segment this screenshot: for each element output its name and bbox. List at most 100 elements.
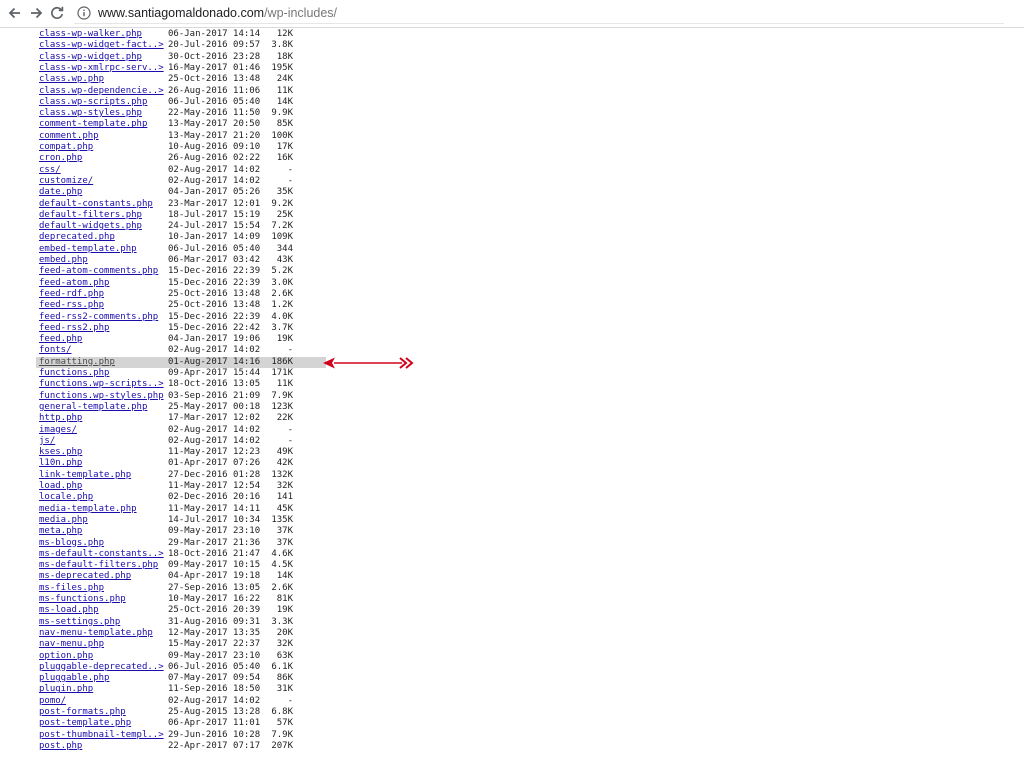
file-size: 20K: [276, 627, 293, 638]
info-icon[interactable]: [76, 5, 92, 21]
file-link[interactable]: link-template.php: [39, 470, 131, 481]
file-link[interactable]: media.php: [39, 515, 88, 526]
file-modified-date: 11-May-2017 12:54: [168, 481, 261, 491]
file-link[interactable]: date.php: [39, 187, 82, 198]
file-link[interactable]: nav-menu.php: [39, 639, 104, 650]
listing-row: default-constants.php 23-Mar-2017 12:01 9.…: [0, 199, 1024, 210]
file-link[interactable]: formatting.php: [39, 357, 115, 368]
file-size: 141: [276, 492, 293, 503]
file-size: 42K: [276, 458, 293, 469]
file-link[interactable]: meta.php: [39, 526, 82, 537]
file-modified-date: 10-Aug-2016 09:10: [168, 142, 261, 152]
file-link[interactable]: images/: [39, 425, 77, 436]
file-link[interactable]: ms-files.php: [39, 583, 104, 594]
listing-row: plugin.php 11-Sep-2016 18:50 31K: [0, 684, 1024, 695]
file-link[interactable]: default-constants.php: [39, 199, 153, 210]
file-link[interactable]: compat.php: [39, 142, 93, 153]
file-link[interactable]: class-wp-walker.php: [39, 29, 142, 40]
listing-row: class-wp-widget.php 30-Oct-2016 23:28 18K: [0, 52, 1024, 63]
listing-row: embed.php 06-Mar-2017 03:42 43K: [0, 255, 1024, 266]
file-link[interactable]: ms-load.php: [39, 605, 99, 616]
listing-row: pomo/02-Aug-2017 14:02 -: [0, 696, 1024, 707]
file-link[interactable]: general-template.php: [39, 402, 147, 413]
file-size: 19K: [276, 605, 293, 616]
file-link[interactable]: plugin.php: [39, 684, 93, 695]
file-link[interactable]: feed.php: [39, 334, 82, 345]
file-size: 22K: [276, 413, 293, 424]
file-link[interactable]: fonts/: [39, 345, 72, 356]
file-link[interactable]: default-widgets.php: [39, 221, 142, 232]
file-link[interactable]: ms-settings.php: [39, 617, 120, 628]
file-modified-date: 25-Aug-2015 13:28: [168, 707, 261, 717]
file-link[interactable]: ms-default-constants..>: [39, 549, 164, 560]
file-link[interactable]: class.wp-styles.php: [39, 108, 142, 119]
file-modified-date: 13-May-2017 20:50: [168, 119, 261, 130]
file-link[interactable]: ms-blogs.php: [39, 538, 104, 549]
file-link[interactable]: ms-deprecated.php: [39, 571, 131, 582]
file-link[interactable]: css/: [39, 165, 61, 176]
file-link[interactable]: class.wp.php: [39, 74, 104, 85]
file-link[interactable]: cron.php: [39, 153, 82, 164]
file-link[interactable]: post.php: [39, 741, 82, 752]
file-link[interactable]: comment-template.php: [39, 119, 147, 130]
address-bar[interactable]: www.santiagomaldonado.com/wp-includes/: [74, 3, 1004, 24]
file-link[interactable]: class-wp-widget.php: [39, 52, 142, 63]
file-modified-date: 16-May-2017 01:46: [168, 62, 261, 73]
file-link[interactable]: class.wp-dependencie..>: [39, 86, 164, 97]
file-link[interactable]: feed-atom-comments.php: [39, 266, 158, 277]
listing-row: class.wp-styles.php 22-May-2016 11:50 9.9K: [0, 108, 1024, 119]
file-link[interactable]: embed.php: [39, 255, 88, 266]
file-link[interactable]: http.php: [39, 413, 82, 424]
file-link[interactable]: locale.php: [39, 492, 93, 503]
file-size: 207K: [271, 740, 293, 751]
file-link[interactable]: kses.php: [39, 447, 82, 458]
listing-row: ms-load.php 25-Oct-2016 20:39 19K: [0, 605, 1024, 616]
file-link[interactable]: pomo/: [39, 696, 66, 707]
file-link[interactable]: functions.wp-styles.php: [39, 391, 164, 402]
file-link[interactable]: post-template.php: [39, 718, 131, 729]
url-host: www.santiagomaldonado.com: [98, 6, 265, 20]
listing-row: default-widgets.php 24-Jul-2017 15:54 7.2K: [0, 221, 1024, 232]
file-link[interactable]: class-wp-widget-fact..>: [39, 40, 164, 51]
file-link[interactable]: deprecated.php: [39, 232, 115, 243]
listing-row: meta.php 09-May-2017 23:10 37K: [0, 526, 1024, 537]
file-link[interactable]: customize/: [39, 176, 93, 187]
file-link[interactable]: load.php: [39, 481, 82, 492]
url-text[interactable]: www.santiagomaldonado.com/wp-includes/: [98, 6, 337, 20]
file-link[interactable]: l10n.php: [39, 458, 82, 469]
file-link[interactable]: nav-menu-template.php: [39, 628, 153, 639]
file-link[interactable]: functions.php: [39, 368, 109, 379]
file-link[interactable]: post-formats.php: [39, 707, 126, 718]
file-modified-date: 02-Aug-2017 14:02: [168, 345, 261, 356]
file-modified-date: 24-Jul-2017 15:54: [168, 221, 261, 232]
listing-row: embed-template.php 06-Jul-2016 05:40 344: [0, 244, 1024, 255]
file-link[interactable]: pluggable.php: [39, 673, 109, 684]
file-modified-date: 26-Aug-2016 02:22: [168, 153, 261, 164]
file-link[interactable]: embed-template.php: [39, 244, 137, 255]
file-link[interactable]: feed-atom.php: [39, 278, 109, 289]
back-button[interactable]: [4, 2, 26, 24]
file-link[interactable]: pluggable-deprecated..>: [39, 662, 164, 673]
file-size: 1.2K: [271, 300, 293, 311]
file-link[interactable]: js/: [39, 436, 55, 447]
file-modified-date: 07-May-2017 09:54: [168, 673, 261, 684]
file-modified-date: 01-Apr-2017 07:26: [168, 458, 261, 469]
file-link[interactable]: class.wp-scripts.php: [39, 97, 147, 108]
file-link[interactable]: option.php: [39, 651, 93, 662]
file-link[interactable]: feed-rss2.php: [39, 323, 109, 334]
file-link[interactable]: ms-functions.php: [39, 594, 126, 605]
listing-row: cron.php 26-Aug-2016 02:22 16K: [0, 153, 1024, 164]
file-link[interactable]: comment.php: [39, 131, 99, 142]
file-link[interactable]: ms-default-filters.php: [39, 560, 158, 571]
file-link[interactable]: media-template.php: [39, 504, 137, 515]
file-modified-date: 06-Mar-2017 03:42: [168, 255, 261, 265]
file-link[interactable]: post-thumbnail-templ..>: [39, 730, 164, 741]
file-link[interactable]: functions.wp-scripts..>: [39, 379, 164, 390]
forward-button[interactable]: [25, 2, 47, 24]
file-link[interactable]: feed-rss.php: [39, 300, 104, 311]
reload-button[interactable]: [46, 2, 68, 24]
file-link[interactable]: class-wp-xmlrpc-serv..>: [39, 63, 164, 74]
file-link[interactable]: feed-rdf.php: [39, 289, 104, 300]
file-link[interactable]: feed-rss2-comments.php: [39, 312, 158, 323]
file-link[interactable]: default-filters.php: [39, 210, 142, 221]
